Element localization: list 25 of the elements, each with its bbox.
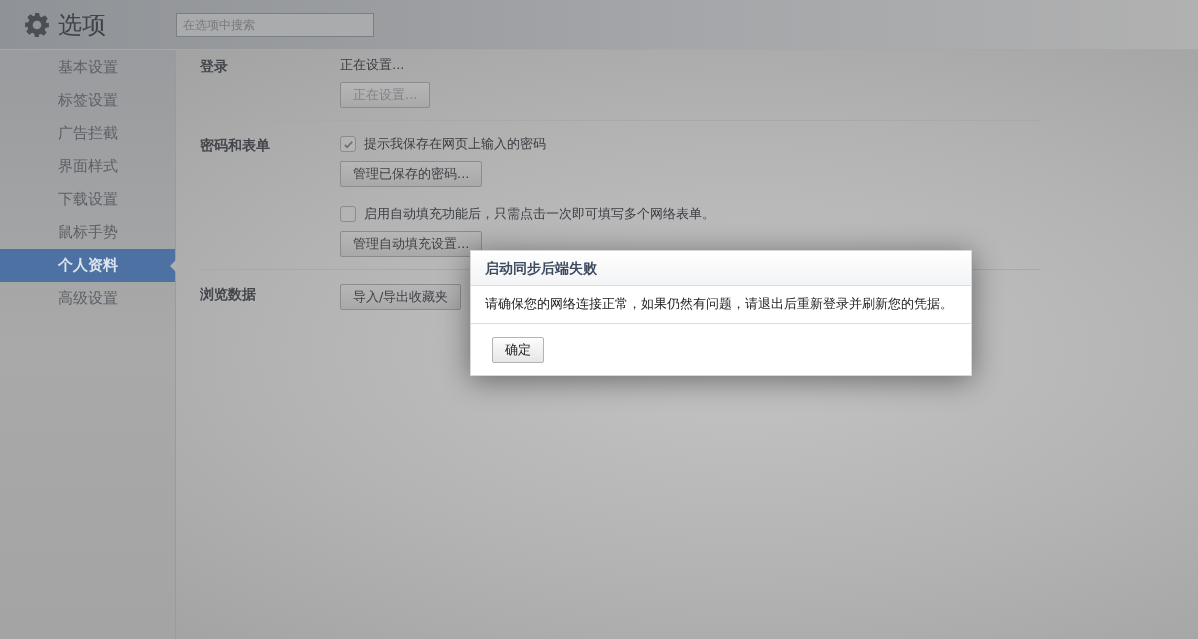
sidebar-item[interactable]: 个人资料 xyxy=(0,249,175,282)
checkbox[interactable] xyxy=(340,136,356,152)
checkbox-label: 提示我保存在网页上输入的密码 xyxy=(364,135,546,153)
settings-icon xyxy=(24,11,50,38)
page-title: 选项 xyxy=(58,9,106,41)
ok-button[interactable]: 确定 xyxy=(492,337,544,363)
sidebar-item[interactable]: 广告拦截 xyxy=(0,117,175,150)
sidebar-item[interactable]: 下载设置 xyxy=(0,183,175,216)
dialog-title: 启动同步后端失败 xyxy=(471,251,971,286)
dialog-message: 请确保您的网络连接正常，如果仍然有问题，请退出后重新登录并刷新您的凭据。 xyxy=(471,286,971,324)
section-title: 密码和表单 xyxy=(200,136,271,155)
sidebar-item[interactable]: 界面样式 xyxy=(0,150,175,183)
settings-button[interactable]: 管理自动填充设置... xyxy=(340,231,483,257)
sidebar-item[interactable]: 高级设置 xyxy=(0,282,175,315)
checkbox[interactable] xyxy=(340,206,356,222)
section-title: 登录 xyxy=(200,57,229,76)
sidebar-item[interactable]: 标签设置 xyxy=(0,84,175,117)
settings-button[interactable]: 导入/导出收藏夹 xyxy=(340,284,462,310)
sidebar-item[interactable]: 基本设置 xyxy=(0,51,175,84)
status-text: 正在设置... xyxy=(340,56,405,74)
checkmark-icon xyxy=(342,138,354,150)
sidebar-item[interactable]: 鼠标手势 xyxy=(0,216,175,249)
section-title: 浏览数据 xyxy=(200,285,257,304)
settings-button[interactable]: 管理已保存的密码... xyxy=(340,161,483,187)
checkbox-label: 启用自动填充功能后，只需点击一次即可填写多个网络表单。 xyxy=(364,205,715,223)
